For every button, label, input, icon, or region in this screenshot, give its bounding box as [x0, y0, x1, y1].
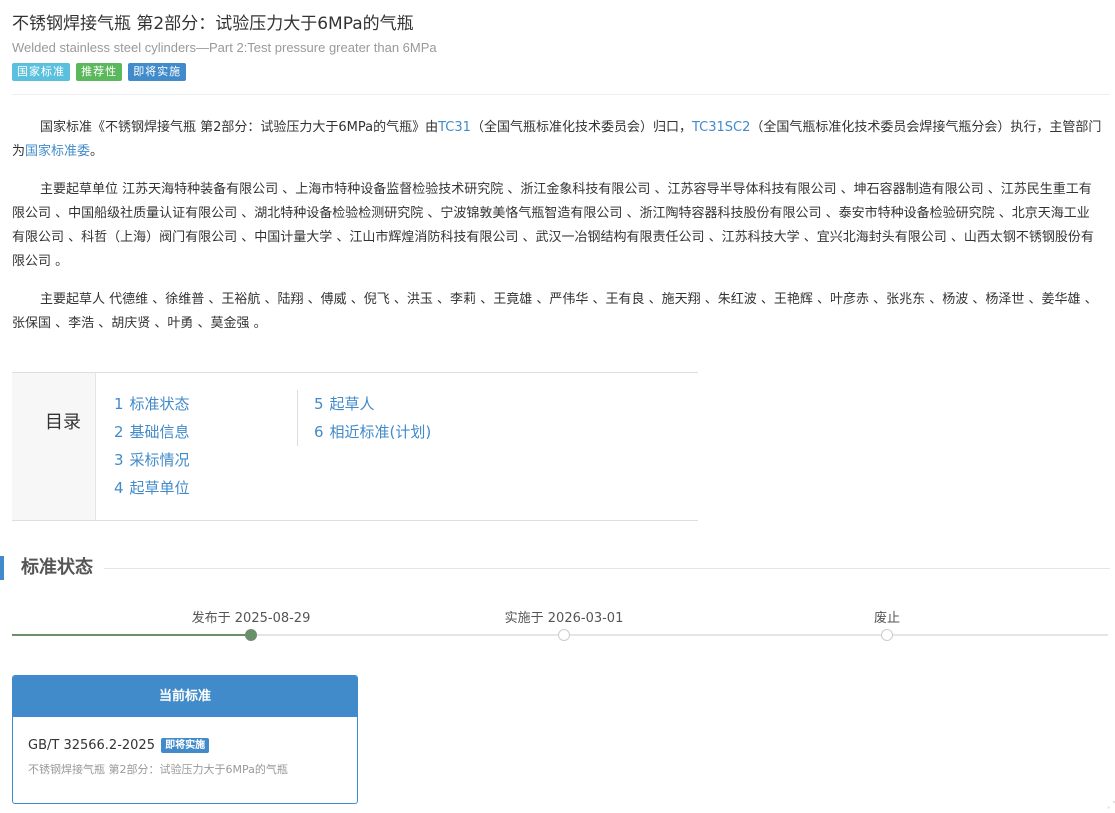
card-body: GB/T 32566.2-2025 即将实施 不锈钢焊接气瓶 第2部分：试验压力…: [13, 717, 357, 799]
page-title: 不锈钢焊接气瓶 第2部分：试验压力大于6MPa的气瓶: [12, 14, 414, 34]
toc-title: 目录: [45, 412, 81, 433]
current-standard-card[interactable]: 当前标准 GB/T 32566.2-2025 即将实施 不锈钢焊接气瓶 第2部分…: [12, 675, 358, 804]
table-of-contents: 目录 1 标准状态 2 基础信息 3 采标情况 4 起草单位 5 起草人 6 相近标准(计划…: [12, 372, 698, 521]
tc31sc2-link[interactable]: TC31SC2: [692, 120, 750, 135]
timeline-dot-published: [245, 629, 257, 641]
tc31-link[interactable]: TC31: [438, 120, 471, 135]
toc-item-similar-standards[interactable]: 6 相近标准(计划): [314, 418, 431, 446]
status-timeline: 发布于 2025-08-29 实施于 2026-03-01 废止: [12, 600, 1110, 650]
status-section-header: 标准状态: [0, 556, 1110, 580]
intro-suffix: 。: [90, 144, 104, 159]
timeline-label-effective: 实施于 2026-03-01: [504, 611, 624, 626]
timeline-label-published: 发布于 2025-08-29: [191, 611, 311, 626]
toc-item-status[interactable]: 1 标准状态: [114, 390, 190, 418]
toc-item-num: 5: [314, 395, 324, 413]
page-header: 不锈钢焊接气瓶 第2部分：试验压力大于6MPa的气瓶 Welded stainl…: [12, 12, 1110, 81]
toc-item-label: 采标情况: [129, 451, 190, 469]
toc-item-num: 2: [114, 423, 124, 441]
toc-item-num: 1: [114, 395, 124, 413]
toc-item-num: 6: [314, 423, 324, 441]
toc-title-cell: 目录: [12, 373, 96, 520]
timeline-label-abolished: 废止: [873, 611, 901, 626]
toc-item-label: 相近标准(计划): [329, 423, 432, 441]
toc-item-num: 3: [114, 451, 124, 469]
intro-prefix: 国家标准《不锈钢焊接气瓶 第2部分：试验压力大于6MPa的气瓶》由: [40, 120, 439, 135]
status-section-title: 标准状态: [21, 557, 93, 578]
toc-column-2: 5 起草人 6 相近标准(计划): [297, 390, 431, 446]
timeline-progress: [12, 634, 251, 636]
dept-link[interactable]: 国家标准委: [25, 144, 90, 159]
status-badge: 即将实施: [161, 738, 210, 753]
timeline-dot-abolished: [881, 629, 893, 641]
drafting-units-paragraph: 主要起草单位 江苏天海特种装备有限公司 、上海市特种设备监督检验技术研究院 、浙…: [12, 182, 1094, 269]
card-header: 当前标准: [13, 676, 357, 717]
page-subtitle-en: Welded stainless steel cylinders—Part 2:…: [12, 40, 437, 55]
standard-code: GB/T 32566.2-2025 即将实施: [28, 735, 342, 757]
toc-item-adoption[interactable]: 3 采标情况: [114, 446, 190, 474]
toc-item-label: 基础信息: [129, 423, 190, 441]
section-divider: [104, 568, 1110, 569]
toc-item-label: 起草人: [329, 395, 375, 413]
header-divider: [12, 94, 1110, 95]
drafters-paragraph: 主要起草人 代德维 、徐维普 、王裕航 、陆翔 、傅威 、倪飞 、洪玉 、李莉 …: [12, 292, 1098, 331]
tc31-name: （全国气瓶标准化技术委员会）归口，: [470, 120, 692, 135]
tag-national-standard: 国家标准: [12, 63, 70, 81]
description: 国家标准《不锈钢焊接气瓶 第2部分：试验压力大于6MPa的气瓶》由TC31（全国…: [12, 116, 1102, 350]
toc-item-basic-info[interactable]: 2 基础信息: [114, 418, 190, 446]
standard-name: 不锈钢焊接气瓶 第2部分：试验压力大于6MPa的气瓶: [28, 763, 288, 776]
section-accent-bar: [0, 556, 4, 580]
toc-item-drafting-units[interactable]: 4 起草单位: [114, 474, 190, 502]
toc-item-num: 4: [114, 479, 124, 497]
toc-column-1: 1 标准状态 2 基础信息 3 采标情况 4 起草单位: [114, 390, 190, 502]
tag-upcoming: 即将实施: [128, 63, 187, 81]
standard-code-text: GB/T 32566.2-2025: [28, 738, 155, 753]
corner-fragment-icon: ⋰: [1106, 792, 1115, 811]
timeline-dot-effective: [558, 629, 570, 641]
intro-paragraph: 国家标准《不锈钢焊接气瓶 第2部分：试验压力大于6MPa的气瓶》由TC31（全国…: [12, 116, 1102, 164]
tag-recommended: 推荐性: [76, 63, 123, 81]
tag-list: 国家标准 推荐性 即将实施: [12, 60, 1110, 81]
toc-item-label: 起草单位: [129, 479, 190, 497]
toc-item-drafters[interactable]: 5 起草人: [314, 390, 431, 418]
toc-item-label: 标准状态: [129, 395, 190, 413]
